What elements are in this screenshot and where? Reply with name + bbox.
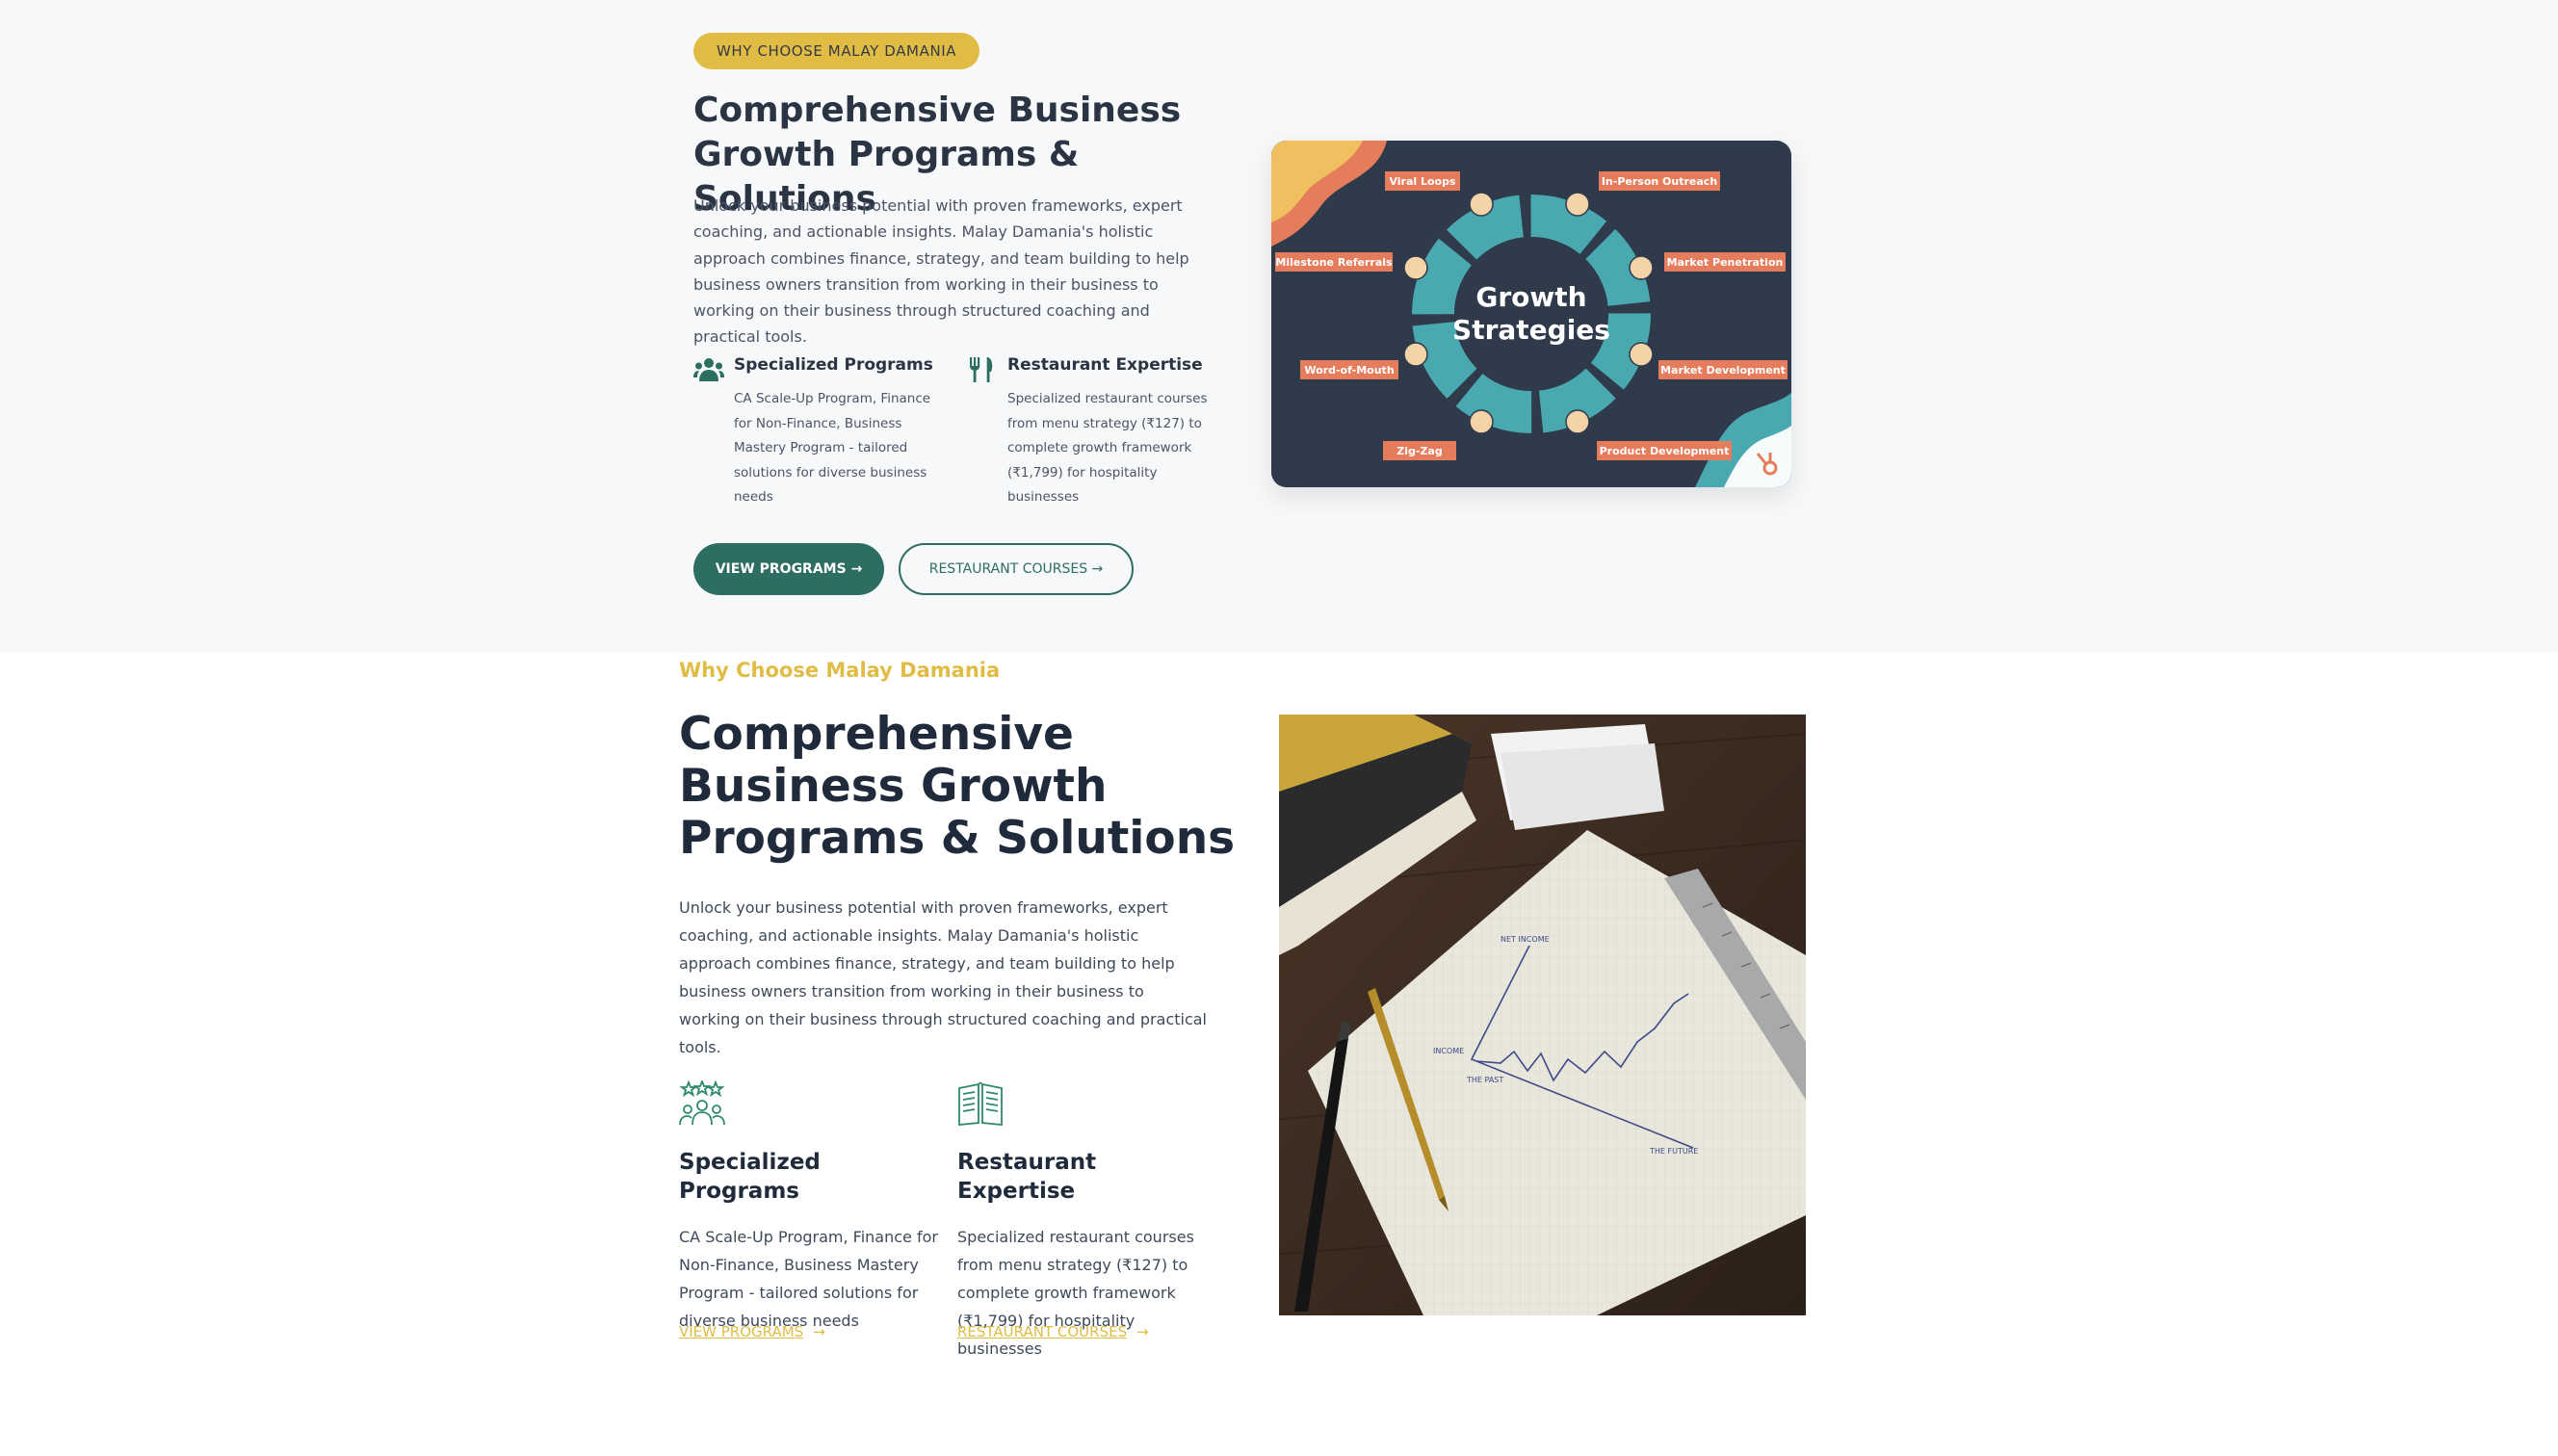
graphic-center-line2: Strategies	[1452, 314, 1610, 346]
feature-specialized-programs: Specialized Programs CA Scale-Up Program…	[693, 352, 934, 510]
restaurant-courses-button[interactable]: RESTAURANT COURSES →	[899, 543, 1134, 595]
photo-label-future: THE FUTURE	[1649, 1147, 1698, 1156]
label-in-person-outreach: In-Person Outreach	[1602, 175, 1717, 188]
people-icon	[693, 358, 724, 381]
feature-text: Specialized restaurant courses from menu…	[1007, 391, 1208, 505]
restaurant-courses-link[interactable]: RESTAURANT COURSES →	[957, 1323, 1149, 1340]
feature-restaurant-expertise: Restaurant Expertise Specialized restaur…	[967, 352, 1208, 510]
feature-specialized-programs-card: Specialized Programs CA Scale-Up Program…	[679, 1079, 939, 1335]
top-description: Unlock your business potential with prov…	[693, 196, 1189, 347]
view-programs-link[interactable]: VIEW PROGRAMS →	[679, 1323, 825, 1340]
section-description: Unlock your business potential with prov…	[679, 898, 1207, 1056]
section-heading: Comprehensive Business Growth Programs &…	[679, 708, 1236, 865]
link-label: VIEW PROGRAMS	[679, 1323, 804, 1340]
feature-title: Specialized Programs	[679, 1150, 821, 1204]
notebook-chart-photo: NET INCOME INCOME THE PAST THE FUTURE	[1279, 715, 1806, 1315]
label-zig-zag: Zig-Zag	[1396, 445, 1442, 457]
feature-title: Restaurant Expertise	[957, 1150, 1097, 1204]
feature-title: Specialized Programs	[734, 355, 933, 375]
arrow-right-icon: →	[813, 1323, 825, 1340]
label-product-development: Product Development	[1600, 445, 1730, 457]
photo-label-left: INCOME	[1433, 1047, 1464, 1055]
photo-label-top: NET INCOME	[1501, 935, 1550, 944]
top-section: WHY CHOOSE MALAY DAMANIA Comprehensive B…	[0, 0, 2558, 653]
utensils-icon	[970, 357, 993, 382]
label-viral-loops: Viral Loops	[1389, 175, 1456, 188]
feature-text: CA Scale-Up Program, Finance for Non-Fin…	[734, 391, 931, 505]
label-milestone-referrals: Milestone Referrals	[1275, 256, 1393, 269]
growth-strategies-graphic: Growth Strategies Viral Loops In-Person …	[1271, 141, 1791, 487]
label-word-of-mouth: Word-of-Mouth	[1304, 364, 1394, 377]
label-market-penetration: Market Penetration	[1667, 256, 1784, 269]
feature-title: Restaurant Expertise	[1007, 355, 1203, 375]
graphic-center-line1: Growth	[1475, 281, 1586, 313]
view-programs-button[interactable]: VIEW PROGRAMS →	[693, 543, 884, 595]
growth-strategies-illustration: Growth Strategies Viral Loops In-Person …	[1271, 141, 1791, 487]
feature-restaurant-expertise-card: Restaurant Expertise Specialized restaur…	[957, 1080, 1217, 1363]
business-growth-photo: NET INCOME INCOME THE PAST THE FUTURE	[1279, 715, 1806, 1315]
feature-text: Specialized restaurant courses from menu…	[957, 1228, 1194, 1358]
photo-label-past: THE PAST	[1466, 1076, 1503, 1084]
open-book-icon	[958, 1081, 1003, 1126]
arrow-right-icon: →	[1136, 1323, 1149, 1340]
team-stars-icon	[679, 1079, 725, 1126]
feature-text: CA Scale-Up Program, Finance for Non-Fin…	[679, 1228, 938, 1330]
label-market-development: Market Development	[1660, 364, 1786, 377]
section-eyebrow: Why Choose Malay Damania	[679, 659, 1001, 682]
link-label: RESTAURANT COURSES	[957, 1323, 1128, 1340]
why-choose-badge: WHY CHOOSE MALAY DAMANIA	[693, 33, 980, 69]
